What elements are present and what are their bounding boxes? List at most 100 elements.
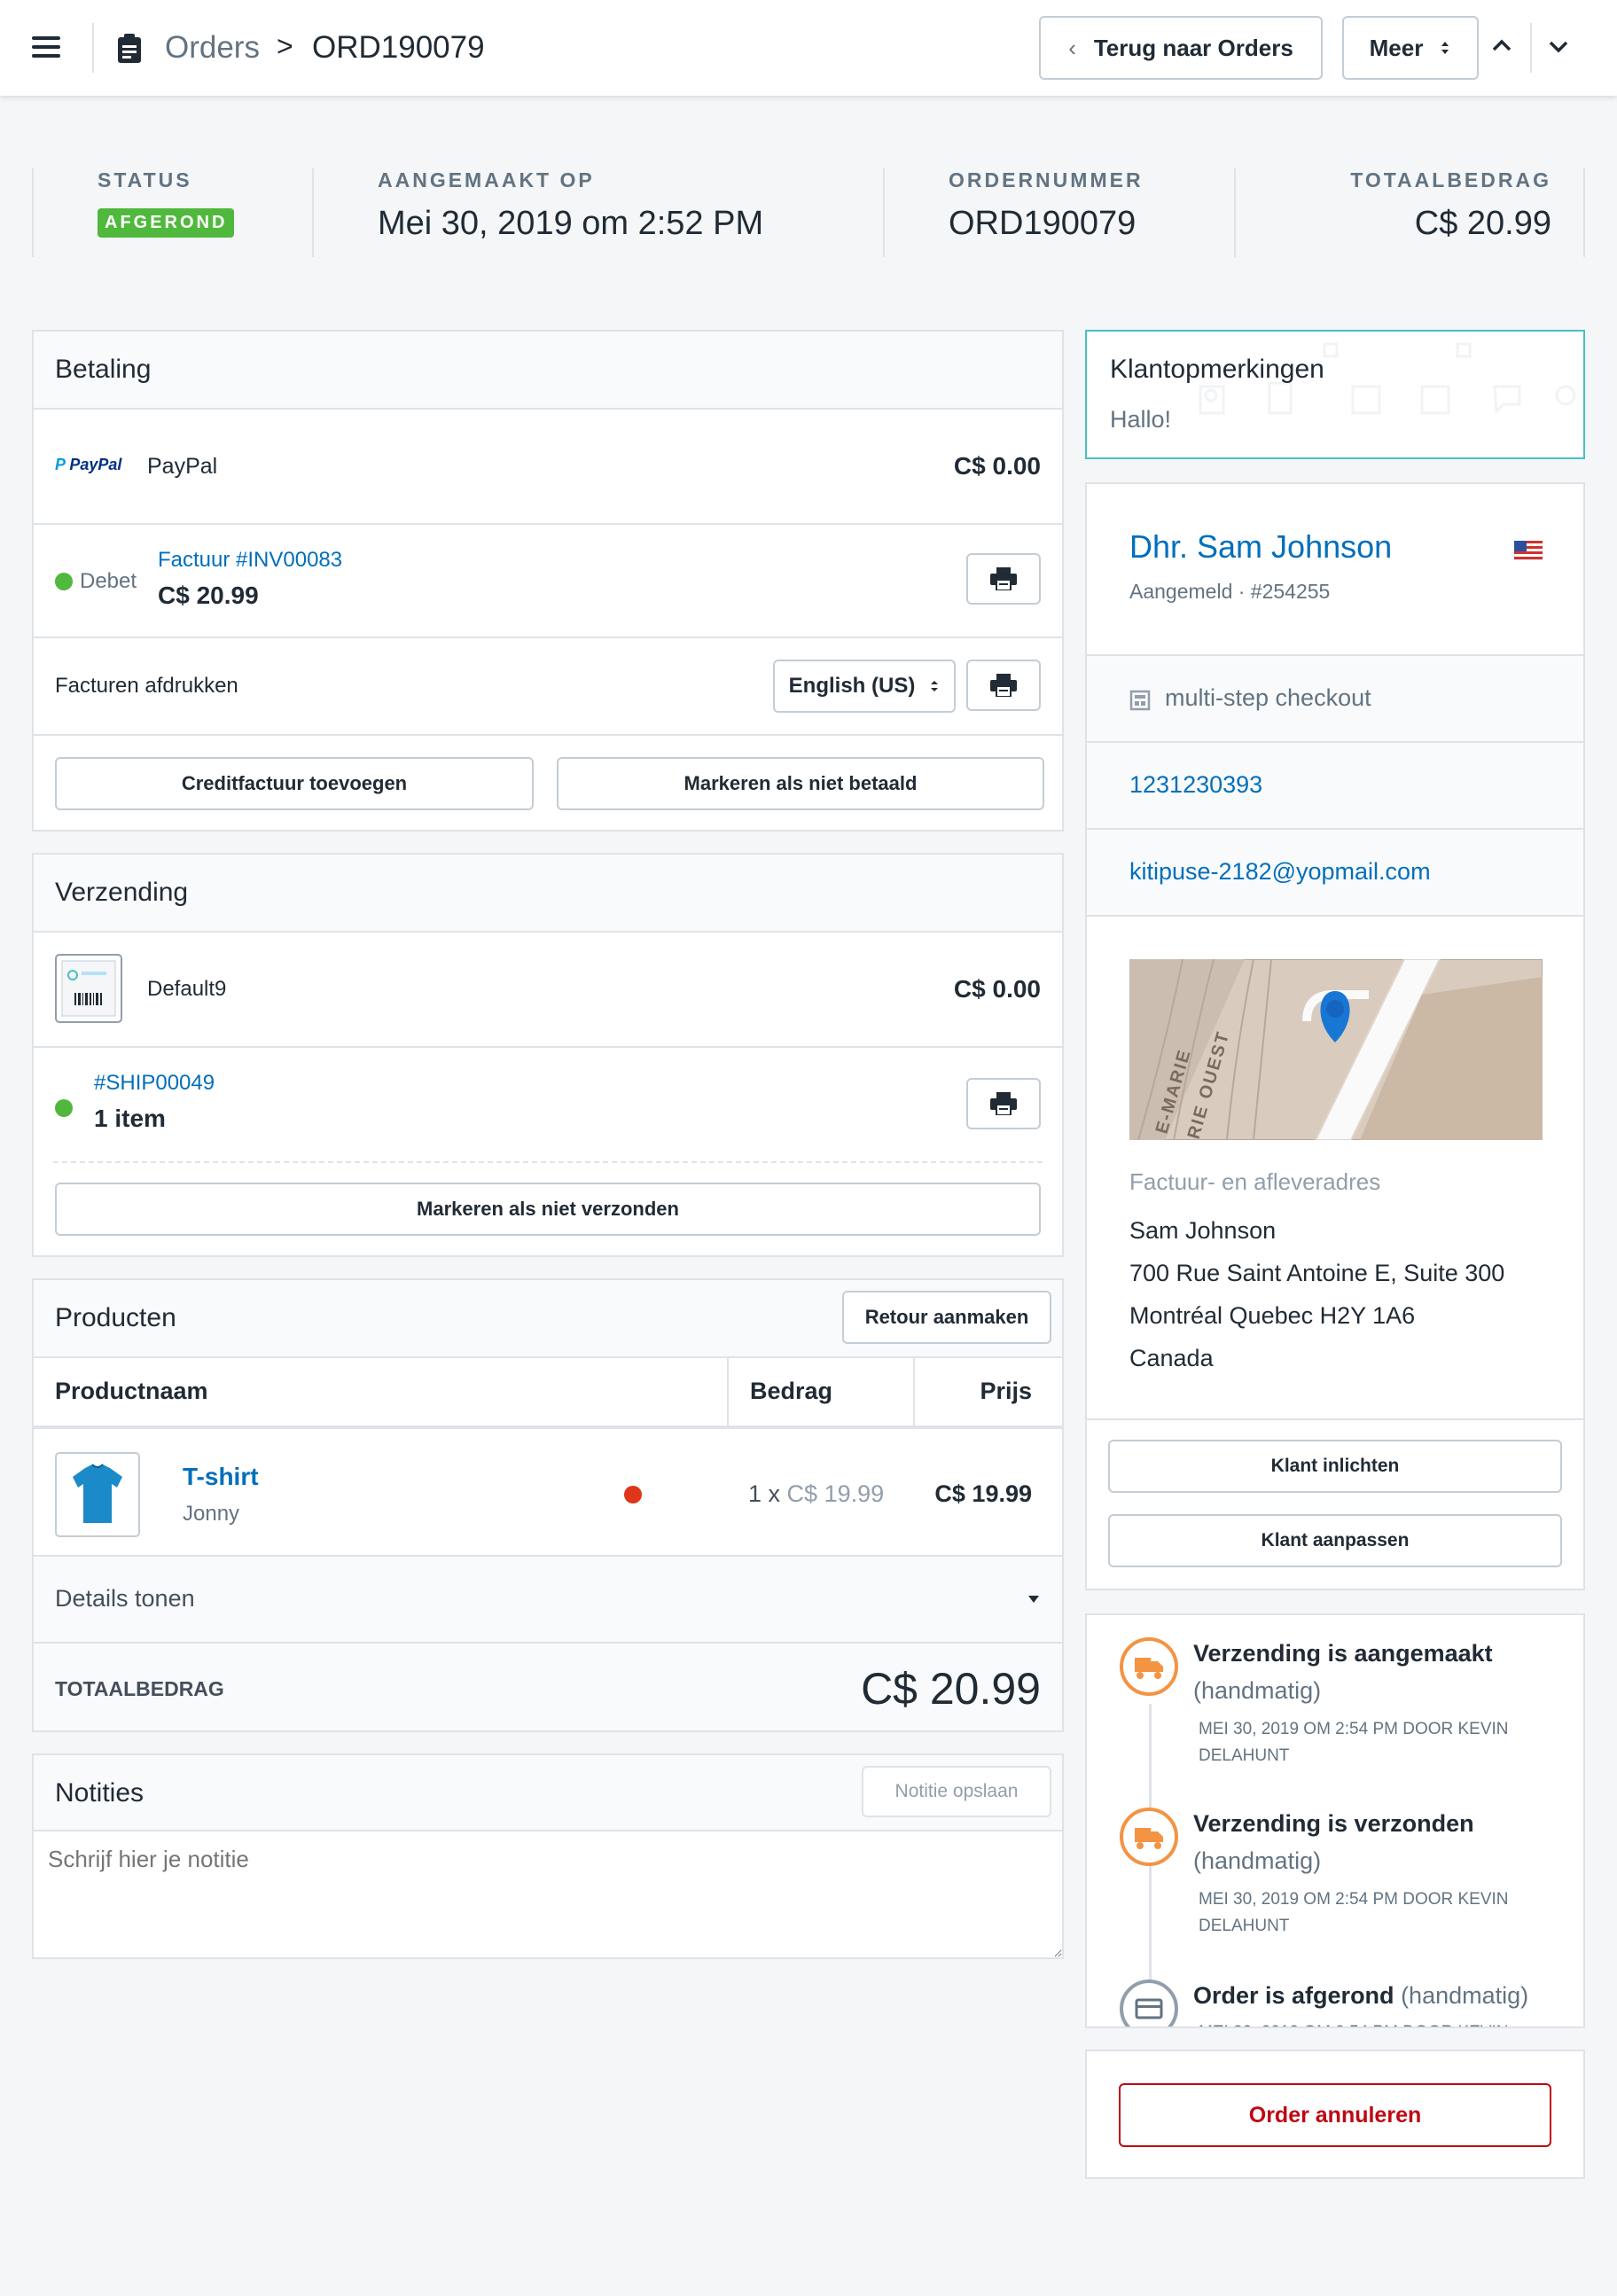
breadcrumb-orders[interactable]: Orders — [165, 30, 260, 66]
back-to-orders-button[interactable]: ‹ Terug naar Orders — [1039, 16, 1323, 80]
col-price: Prijs — [980, 1378, 1032, 1404]
note-textarea[interactable] — [34, 1831, 1062, 1957]
pattern-icon — [1199, 342, 1576, 415]
divider — [1583, 168, 1585, 257]
printer-icon — [990, 1092, 1017, 1115]
timeline-card: Verzending is aangemaakt (handmatig) MEI… — [1085, 1613, 1585, 2028]
customer-note-card: Klantopmerkingen Hallo! — [1085, 330, 1585, 459]
us-flag-icon — [1514, 541, 1543, 560]
payment-method-row: P PayPal PayPal C$ 0.00 — [34, 410, 1062, 525]
divider — [32, 168, 34, 257]
timeline-title: Order is afgerond — [1193, 1982, 1394, 2009]
address-label: Factuur- en afleveradres — [1129, 1168, 1381, 1195]
tshirt-image[interactable] — [55, 1452, 140, 1537]
shipment-link[interactable]: #SHIP00049 — [94, 1071, 215, 1096]
timeline-meta: MEI 30, 2019 OM 2:54 PM DOOR KEVIN — [1199, 1890, 1509, 1909]
timeline-meta: MEI 30, 2019 OM 2:54 PM DOOR KEVIN — [1199, 2019, 1509, 2027]
payment-header: Betaling — [34, 332, 1062, 410]
payment-method-amount: C$ 0.00 — [953, 452, 1041, 480]
divider — [1234, 168, 1236, 257]
customer-name-link[interactable]: Dhr. Sam Johnson — [1129, 528, 1392, 566]
product-price: C$ 19.99 — [934, 1480, 1032, 1507]
product-variant: Jonny — [183, 1502, 240, 1526]
divider — [913, 1358, 915, 1425]
product-qty: 1 x — [748, 1480, 781, 1507]
back-to-orders-label: Terug naar Orders — [1093, 34, 1293, 61]
timeline-title: Verzending is verzonden — [1193, 1810, 1474, 1837]
checkout-label: multi-step checkout — [1165, 684, 1371, 711]
truck-icon — [1120, 1637, 1178, 1696]
shipment-items: 1 item — [94, 1105, 166, 1132]
invoice-link[interactable]: Factuur #INV00083 — [158, 548, 342, 573]
shipping-method-name: Default9 — [147, 977, 227, 1001]
customer-email-link[interactable]: kitipuse-2182@yopmail.com — [1129, 858, 1431, 886]
menu-icon[interactable] — [32, 36, 60, 58]
invoice-row: Debet Factuur #INV00083 C$ 20.99 — [34, 525, 1062, 638]
timeline-suffix: (handmatig) — [1193, 1677, 1322, 1704]
product-quantity: 1 x C$ 19.99 — [748, 1480, 884, 1508]
payment-card: Betaling P PayPal PayPal C$ 0.00 Debet F… — [32, 330, 1064, 832]
divider — [1530, 23, 1532, 73]
cancel-order-button[interactable]: Order annuleren — [1119, 2083, 1551, 2147]
debit-label: Debet — [80, 569, 137, 593]
customer-note-title: Klantopmerkingen — [1110, 355, 1324, 384]
mark-unpaid-button[interactable]: Markeren als niet betaald — [557, 757, 1044, 810]
create-return-button[interactable]: Retour aanmaken — [842, 1291, 1051, 1344]
shipment-row: #SHIP00049 1 item — [34, 1048, 1062, 1163]
chevron-down-icon[interactable] — [1548, 39, 1569, 55]
paypal-logo: P PayPal — [55, 456, 122, 473]
notes-card: Notities Notitie opslaan — [32, 1753, 1064, 1959]
printer-icon — [990, 567, 1017, 590]
timeline-suffix: (handmatig) — [1193, 1847, 1322, 1874]
order-number-value: ORD190079 — [949, 205, 1137, 242]
customer-phone-link[interactable]: 1231230393 — [1129, 771, 1262, 799]
created-value: Mei 30, 2019 om 2:52 PM — [378, 205, 764, 242]
sort-icon — [931, 681, 939, 691]
col-product-name: Productnaam — [55, 1378, 208, 1404]
printer-icon — [990, 674, 1017, 697]
mark-unshipped-button[interactable]: Markeren als niet verzonden — [55, 1183, 1041, 1236]
more-button[interactable]: Meer — [1342, 16, 1479, 80]
created-label: AANGEMAAKT OP — [378, 168, 595, 191]
address-map[interactable]: E-MARIE RIE OUEST — [1129, 959, 1543, 1140]
inform-customer-button[interactable]: Klant inlichten — [1108, 1440, 1562, 1493]
notes-header: Notities Notitie opslaan — [34, 1755, 1062, 1831]
shipping-method-amount: C$ 0.00 — [953, 975, 1041, 1003]
add-credit-invoice-button[interactable]: Creditfactuur toevoegen — [55, 757, 534, 810]
divider — [312, 168, 314, 257]
language-select[interactable]: English (US) — [773, 660, 956, 713]
top-bar: Orders > ORD190079 ‹ Terug naar Orders M… — [0, 0, 1617, 96]
product-row: T-shirt Jonny 1 x C$ 19.99 C$ 19.99 — [34, 1427, 1062, 1557]
save-note-button[interactable]: Notitie opslaan — [862, 1766, 1051, 1817]
col-amount: Bedrag — [750, 1378, 833, 1404]
print-invoice-button[interactable] — [966, 553, 1041, 605]
caret-down-icon — [1028, 1596, 1039, 1603]
products-total-row: TOTAALBEDRAG C$ 20.99 — [34, 1644, 1062, 1730]
customer-header: Dhr. Sam Johnson Aangemeld · #254255 — [1087, 484, 1583, 656]
checkout-icon — [1129, 690, 1151, 711]
email-row: kitipuse-2182@yopmail.com — [1087, 830, 1583, 917]
truck-icon — [1120, 1808, 1178, 1866]
shipping-header: Verzending — [34, 855, 1062, 933]
products-header: Producten Retour aanmaken — [34, 1280, 1062, 1358]
details-toggle-label: Details tonen — [55, 1585, 195, 1612]
cancel-card: Order annuleren — [1085, 2050, 1585, 2179]
divider — [53, 1161, 1043, 1163]
timeline-meta: MEI 30, 2019 OM 2:54 PM DOOR KEVIN — [1199, 1720, 1509, 1738]
edit-customer-button[interactable]: Klant aanpassen — [1108, 1514, 1562, 1567]
address-line: Sam Johnson — [1129, 1217, 1277, 1244]
address-line: 700 Rue Saint Antoine E, Suite 300 — [1129, 1260, 1505, 1286]
product-unit-price: C$ 19.99 — [786, 1480, 885, 1507]
chevron-up-icon[interactable] — [1491, 37, 1512, 53]
timeline-suffix: (handmatig) — [1401, 1982, 1529, 2009]
products-title: Producten — [55, 1303, 176, 1332]
timeline-meta: DELAHUNT — [1199, 1917, 1290, 1935]
print-shipment-button[interactable] — [966, 1078, 1041, 1129]
checkout-row: multi-step checkout — [1087, 656, 1583, 743]
products-table-header: Productnaam Bedrag Prijs — [34, 1358, 1062, 1427]
order-number-label: ORDERNUMMER — [949, 168, 1144, 191]
product-name-link[interactable]: T-shirt — [183, 1463, 259, 1491]
print-invoices-button[interactable] — [966, 660, 1041, 711]
details-toggle[interactable]: Details tonen — [34, 1557, 1062, 1644]
paypal-logo-text: PayPal — [69, 456, 122, 473]
